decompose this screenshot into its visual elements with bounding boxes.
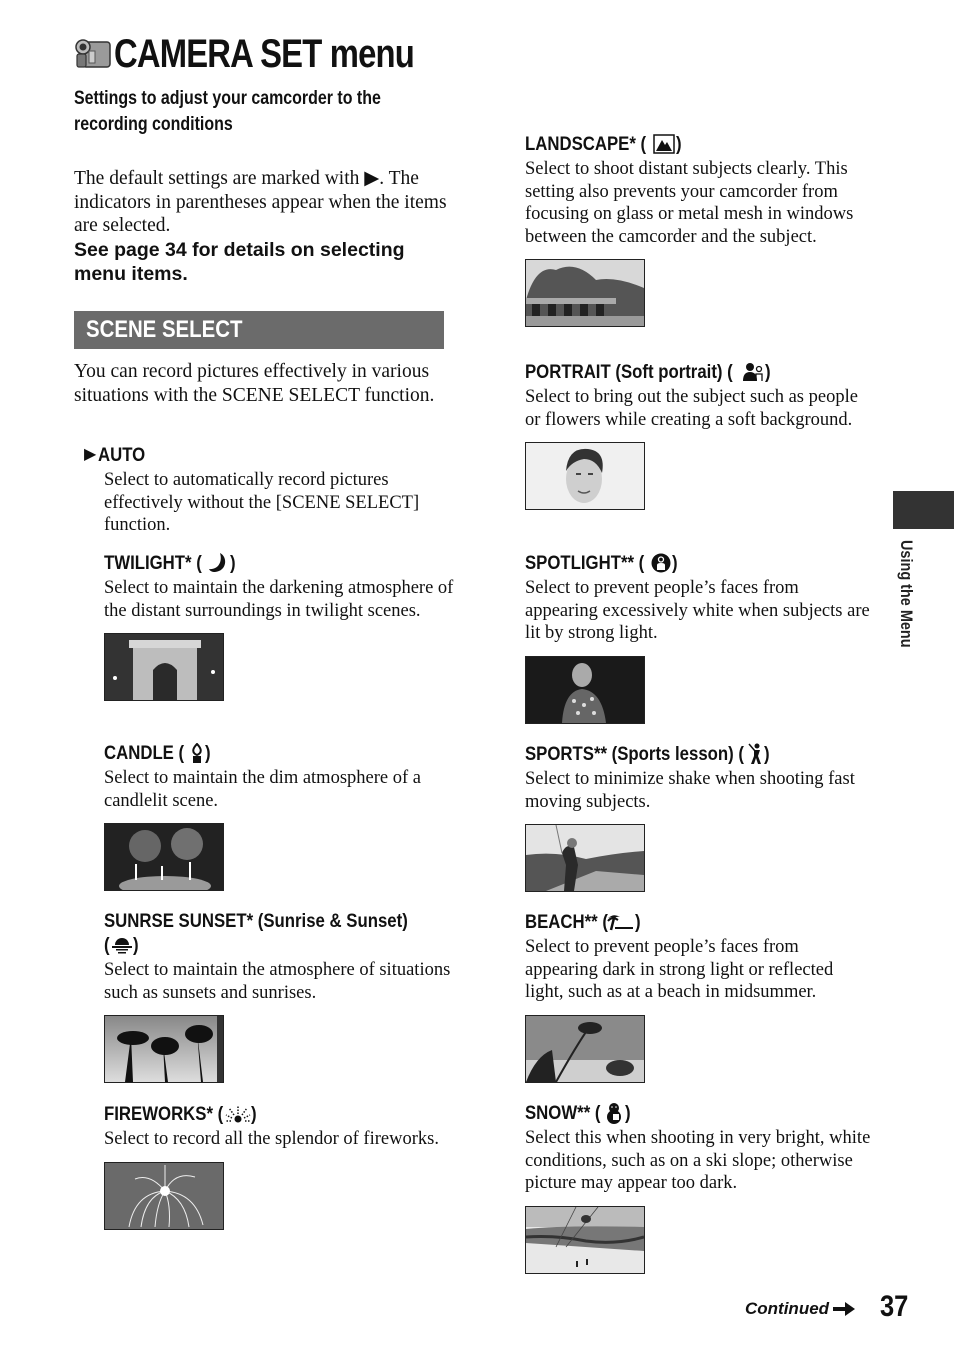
item-description: Select to maintain the atmosphere of sit… [104, 960, 451, 1003]
section-tab-text: Using the Menu [897, 540, 916, 648]
example-photo-sports [525, 824, 645, 892]
menu-item-auto: ▶ AUTO Select to automatically record pi… [84, 443, 454, 537]
item-label-end: ) [635, 911, 642, 933]
intro-text: The default settings are marked with ▶. … [74, 168, 447, 236]
example-photo-portrait [525, 442, 645, 510]
moon-icon [208, 552, 230, 574]
item-label-end: ) [624, 1102, 631, 1124]
menu-item-landscape: LANDSCAPE* ( ) Select to shoot distant s… [525, 132, 875, 327]
menu-item-beach: BEACH** ( ) Select to prevent people’s f… [525, 910, 875, 1083]
section-header-bar: SCENE SELECT [74, 311, 444, 349]
menu-item-sports: SPORTS** (Sports lesson) ( ) Select to m… [525, 742, 875, 892]
item-label: LANDSCAPE* ( [525, 133, 647, 155]
example-photo-fireworks [104, 1161, 224, 1230]
item-description: Select to prevent people’s faces from ap… [525, 578, 870, 643]
page-subtitle: Settings to adjust your camcorder to the… [74, 86, 534, 138]
page-title: CAMERA SET menu [114, 32, 415, 76]
menu-item-snow: SNOW** ( ) Select this when shooting in … [525, 1101, 875, 1274]
item-label-end: ) [675, 133, 682, 155]
section-title: SCENE SELECT [86, 316, 243, 343]
item-label: SPORTS** (Sports lesson) ( [525, 743, 744, 765]
item-label-end: ) [229, 552, 236, 574]
example-photo-candle [104, 823, 224, 891]
item-label: TWILIGHT* ( [104, 552, 202, 574]
menu-item-fireworks: FIREWORKS* ( ) Select to record all the … [104, 1102, 454, 1230]
item-label-end: ) [763, 743, 770, 765]
menu-item-spotlight: SPOTLIGHT** ( ) Select to prevent people… [525, 551, 875, 724]
section-tab-marker [893, 491, 954, 529]
see-page-note: See page 34 for details on selecting men… [74, 239, 405, 285]
item-label: BEACH** ( [525, 911, 608, 933]
menu-item-sunrise-sunset: SUNRSE SUNSET* (Sunrise & Sunset) ( ) Se… [104, 909, 454, 1083]
item-label-end: ) [250, 1103, 257, 1125]
continued-indicator: Continued [745, 1297, 856, 1321]
item-label: PORTRAIT (Soft portrait) ( [525, 361, 733, 383]
camcorder-icon [75, 39, 111, 68]
item-label: CANDLE ( [104, 742, 185, 764]
item-description: Select to automatically record pictures … [104, 470, 420, 535]
menu-item-portrait: PORTRAIT (Soft portrait) ( ) Select to b… [525, 360, 875, 510]
item-label-end: ) [205, 742, 211, 764]
section-intro: You can record pictures effectively in v… [74, 361, 435, 406]
page-number: 37 [880, 1290, 909, 1323]
sunset-icon [111, 934, 133, 956]
item-label: AUTO [98, 444, 146, 466]
example-photo-beach [525, 1014, 645, 1083]
example-photo-landscape [525, 259, 645, 327]
landscape-icon [652, 133, 676, 155]
golfer-icon [746, 743, 764, 765]
item-description: Select to maintain the darkening atmosph… [104, 578, 454, 621]
fireworks-icon [225, 1103, 251, 1125]
item-label: SNOW** ( [525, 1102, 601, 1124]
item-label: SUNRSE SUNSET* (Sunrise & Sunset) [104, 910, 408, 932]
default-marker-icon: ▶ [84, 446, 97, 463]
example-photo-twilight [104, 633, 224, 701]
item-label: SPOTLIGHT** ( [525, 552, 645, 574]
item-description: Select to prevent people’s faces from ap… [525, 937, 834, 1002]
item-label-end: ) [671, 552, 678, 574]
item-description: Select to bring out the subject such as … [525, 387, 858, 430]
menu-item-candle: CANDLE ( ) Select to maintain the dim at… [104, 741, 454, 891]
example-photo-snow [525, 1205, 645, 1274]
portrait-icon [741, 361, 765, 383]
candle-icon [189, 742, 205, 764]
example-photo-spotlight [525, 655, 645, 724]
example-photo-sunset [104, 1015, 224, 1083]
section-tab-label: Using the Menu [896, 540, 920, 680]
arrow-right-icon [833, 1302, 856, 1316]
item-description: Select this when shooting in very bright… [525, 1128, 871, 1193]
page-header: CAMERA SET menu [74, 33, 480, 75]
item-label-line-2: ( [104, 934, 110, 956]
item-description: Select to maintain the dim atmosphere of… [104, 768, 421, 811]
item-label-end: ) [132, 934, 139, 956]
item-label: FIREWORKS* ( [104, 1103, 224, 1125]
item-description: Select to minimize shake when shooting f… [525, 769, 855, 812]
beach-icon [605, 911, 635, 933]
item-label-end: ) [764, 361, 771, 383]
subtitle-line-1: Settings to adjust your camcorder to the [74, 88, 381, 109]
subtitle-line-2: recording conditions [74, 114, 233, 135]
spotlight-icon [650, 552, 672, 574]
item-description: Select to record all the splendor of fir… [104, 1129, 439, 1149]
menu-item-twilight: TWILIGHT* ( ) Select to maintain the dar… [104, 551, 454, 701]
item-description: Select to shoot distant subjects clearly… [525, 159, 854, 247]
snowman-icon [603, 1102, 625, 1124]
continued-label: Continued [745, 1299, 830, 1318]
